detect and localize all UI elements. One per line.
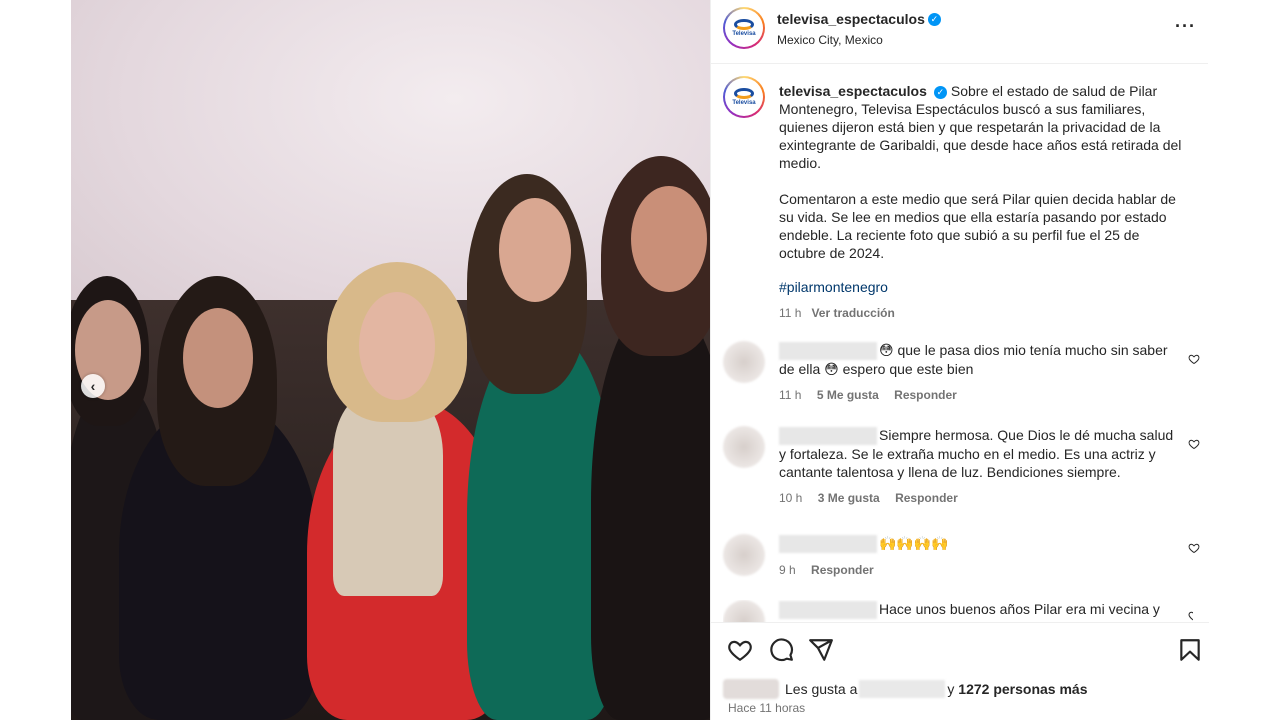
caption-time: 11 h	[779, 306, 802, 320]
likes-avatars	[723, 679, 779, 699]
caption-meta: 11 h Ver traducción	[779, 304, 1189, 322]
share-icon[interactable]	[808, 637, 834, 663]
verified-icon: ✓	[927, 13, 941, 27]
heart-icon[interactable]	[1188, 610, 1193, 622]
liker-username[interactable]	[859, 680, 946, 698]
comment-avatar[interactable]	[723, 426, 765, 468]
reply-button[interactable]: Responder	[811, 563, 874, 577]
post-caption: televisa_espectaculos ✓ Sobre el estado de…	[779, 82, 1189, 322]
photo-face	[499, 198, 571, 302]
comment-avatar[interactable]	[723, 600, 765, 622]
comment-body: 😳 que le pasa dios mio tenía mucho sin s…	[779, 341, 1179, 404]
heart-icon[interactable]	[1188, 353, 1200, 365]
photo-face	[631, 186, 707, 292]
post-actions: Les gusta a y 1272 personas más Hace 11 …	[711, 622, 1209, 720]
comment-avatar[interactable]	[723, 534, 765, 576]
caption-hashtag[interactable]: #pilarmontenegro	[779, 278, 1189, 296]
logo-text: Televisa	[732, 100, 756, 106]
caption-username[interactable]: televisa_espectaculos	[779, 83, 927, 99]
comment-meta: 10 h 3 Me gusta Responder	[779, 489, 1179, 507]
comment-meta: 11 h 5 Me gusta Responder	[779, 386, 1179, 404]
translate-link[interactable]: Ver traducción	[811, 306, 894, 320]
bookmark-icon[interactable]	[1177, 637, 1203, 663]
likes-summary[interactable]: Les gusta a y 1272 personas más	[723, 679, 1087, 699]
comment-time: 11 h	[779, 388, 802, 403]
likes-prefix: Les gusta a	[785, 681, 858, 697]
more-icon[interactable]: ···	[1175, 16, 1196, 37]
carousel-prev-button[interactable]: ‹	[81, 374, 105, 398]
reply-button[interactable]: Responder	[895, 491, 958, 505]
logo-text: Televisa	[732, 31, 756, 37]
comment-icon[interactable]	[768, 637, 794, 663]
comment-likes[interactable]: 5 Me gusta	[817, 388, 879, 402]
heart-icon[interactable]	[1188, 438, 1200, 450]
likes-count[interactable]: 1272 personas más	[958, 681, 1087, 697]
photo-face	[183, 308, 253, 408]
televisa-logo-icon	[734, 88, 754, 99]
comment-meta: 9 h Responder	[779, 561, 1179, 579]
comment-username[interactable]	[779, 601, 877, 620]
post-location[interactable]: Mexico City, Mexico	[777, 33, 941, 47]
heart-icon[interactable]	[727, 637, 753, 663]
comment-time: 9 h	[779, 563, 796, 578]
comment-body: 🙌🙌🙌🙌 9 h Responder	[779, 534, 1179, 579]
televisa-logo-icon	[734, 19, 754, 30]
likes-and: y	[947, 681, 955, 697]
account-avatar[interactable]: Televisa	[723, 7, 765, 49]
posted-time[interactable]: Hace 11 horas	[728, 701, 805, 715]
comment-body: Hace unos buenos años Pilar era mi vecin…	[779, 600, 1179, 620]
comment-username[interactable]	[779, 535, 877, 554]
verified-icon: ✓	[933, 85, 947, 99]
comment-avatar[interactable]	[723, 341, 765, 383]
comment-item: Hace unos buenos años Pilar era mi vecin…	[723, 600, 1193, 622]
post-header: Televisa televisa_espectaculos ✓ Mexico C…	[711, 0, 1208, 64]
photo-person	[591, 300, 710, 720]
reply-button[interactable]: Responder	[894, 388, 957, 402]
comment-text: Hace unos buenos años Pilar era mi vecin…	[879, 601, 1160, 617]
account-username[interactable]: televisa_espectaculos	[777, 11, 925, 27]
chevron-left-icon: ‹	[90, 378, 96, 394]
caption-text-2: Comentaron a este medio que será Pilar q…	[779, 191, 1176, 261]
heart-icon[interactable]	[1188, 542, 1200, 554]
comment-username[interactable]	[779, 427, 877, 446]
post-side-panel: Televisa televisa_espectaculos ✓ Mexico C…	[710, 0, 1209, 720]
comment-body: Siempre hermosa. Que Dios le dé mucha sa…	[779, 426, 1179, 507]
comment-text: 🙌🙌🙌🙌	[879, 535, 949, 551]
caption-paragraph: televisa_espectaculos ✓ Sobre el estado de…	[779, 82, 1189, 172]
comment-time: 10 h	[779, 491, 803, 506]
comment-likes[interactable]: 3 Me gusta	[818, 491, 880, 505]
post-photo[interactable]	[71, 0, 710, 720]
caption-avatar[interactable]: Televisa	[723, 76, 765, 118]
photo-scarf	[333, 396, 443, 596]
comment-username[interactable]	[779, 342, 877, 361]
photo-face	[359, 292, 435, 400]
